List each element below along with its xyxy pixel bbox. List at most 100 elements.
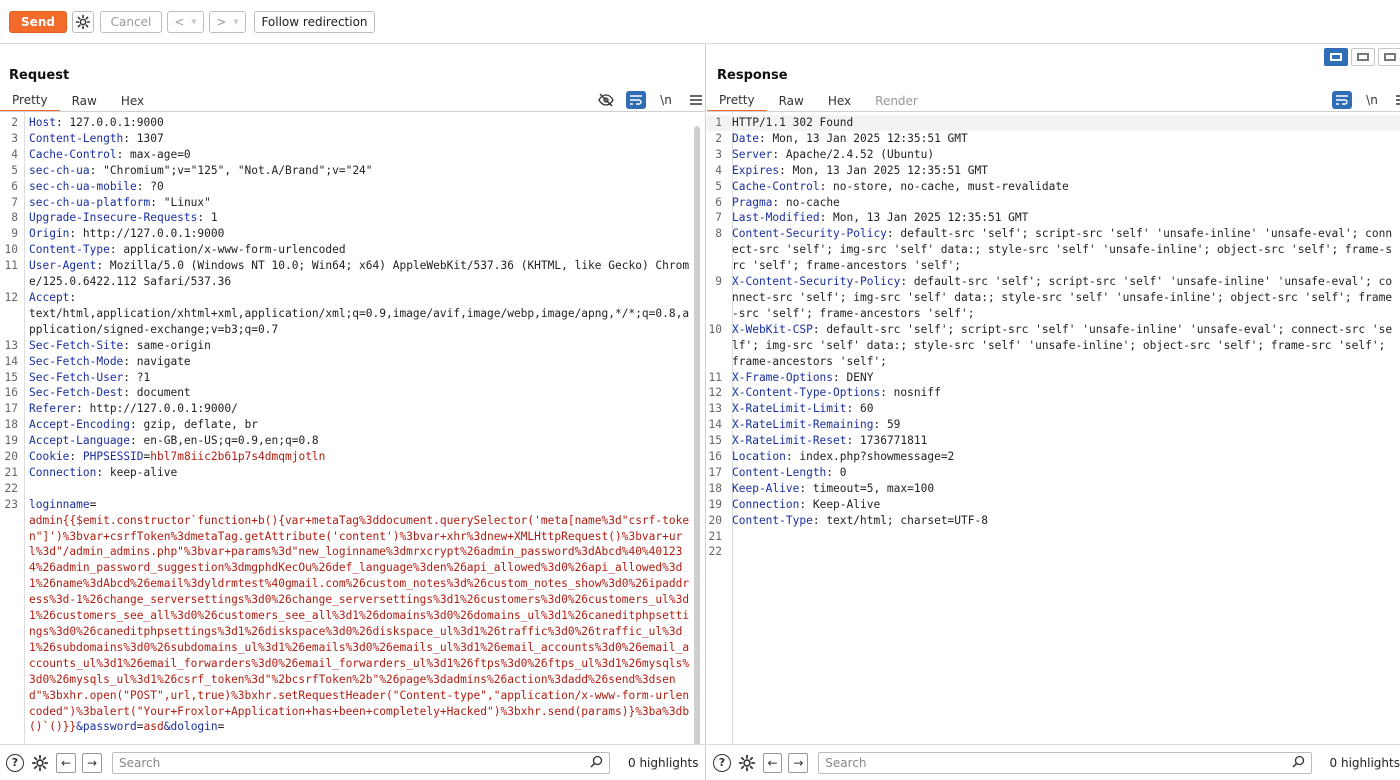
gear-icon[interactable] [30, 753, 50, 773]
code-line: 20 Content-Type: text/html; charset=UTF-8 [707, 513, 1400, 529]
status-text: HTTP/1.1 302 Found [732, 116, 854, 129]
header-value: default-src 'self'; script-src 'self' 'u… [732, 322, 1393, 368]
request-editor[interactable]: 2 Host: 127.0.0.1:9000 3 Content-Length: 13… [0, 112, 704, 744]
line-text: Accept-Encoding: gzip, deflate, br [26, 417, 694, 433]
layout-switcher [1324, 48, 1400, 66]
cookie-name: PHPSESSID [82, 450, 144, 464]
line-number: 10 [4, 243, 18, 257]
line-number: 12 [708, 386, 722, 400]
menu-icon[interactable] [1392, 91, 1400, 109]
header-name: sec-ch-ua [29, 163, 90, 177]
code-line: 22 [707, 544, 1400, 560]
header-separator: : [873, 418, 887, 432]
response-search-input[interactable]: Search [818, 751, 1312, 774]
status-line: 1 HTTP/1.1 302 Found [707, 115, 1400, 131]
layout-rows-icon[interactable] [1351, 48, 1375, 66]
request-search-input[interactable]: Search [112, 751, 610, 774]
line-text: Sec-Fetch-Mode: navigate [26, 354, 694, 370]
eye-off-icon[interactable] [596, 91, 616, 109]
header-separator: : [116, 147, 131, 161]
header-name: Content-Length [732, 465, 827, 479]
layout-tabs-icon[interactable] [1378, 48, 1400, 66]
line-text: Content-Type: text/html; charset=UTF-8 [729, 513, 1394, 529]
line-text: Keep-Alive: timeout=5, max=100 [729, 481, 1394, 497]
help-icon[interactable]: ? [6, 753, 24, 772]
chevron-down-icon[interactable]: ▾ [191, 15, 197, 28]
response-editor-tools: \n [1332, 90, 1400, 110]
param-separator: &dologin [163, 720, 218, 734]
header-separator: : [772, 147, 786, 161]
tab-pretty[interactable]: Pretty [707, 90, 767, 112]
request-scrollbar[interactable] [694, 126, 700, 744]
header-separator: : [123, 370, 137, 384]
newline-icon[interactable]: \n [1362, 91, 1382, 109]
code-line: 12 X-Content-Type-Options: nosniff [707, 385, 1400, 401]
gear-icon[interactable] [737, 753, 757, 773]
back-button[interactable]: < ▾ [167, 10, 204, 33]
header-name: Date [732, 131, 759, 145]
cancel-button[interactable]: Cancel [100, 10, 162, 33]
line-text [729, 529, 1394, 545]
header-name: Sec-Fetch-Site [29, 338, 124, 352]
help-icon[interactable]: ? [713, 753, 731, 772]
send-button[interactable]: Send [9, 10, 67, 33]
header-value: index.php?showmessage=2 [799, 450, 955, 464]
line-number: 19 [708, 497, 722, 511]
tab-hex[interactable]: Hex [109, 90, 156, 112]
layout-columns-icon[interactable] [1324, 48, 1348, 66]
header-name: Cache-Control [732, 179, 820, 193]
wrap-icon[interactable] [626, 91, 646, 109]
header-value: same-origin [136, 338, 211, 352]
arrow-left-icon[interactable]: ← [762, 752, 783, 773]
code-line: 2 Date: Mon, 13 Jan 2025 12:35:51 GMT [707, 131, 1400, 147]
header-value: en-GB,en-US;q=0.9,en;q=0.8 [143, 434, 319, 448]
header-name: Sec-Fetch-Mode [29, 354, 124, 368]
menu-icon[interactable] [686, 91, 706, 109]
code-line: 5 sec-ch-ua: "Chromium";v="125", "Not.A/B… [0, 163, 704, 179]
header-name: Accept-Language [29, 434, 131, 448]
tab-pretty[interactable]: Pretty [0, 90, 60, 112]
line-number: 14 [4, 354, 18, 368]
line-number: 20 [708, 513, 722, 527]
header-name: Connection [29, 465, 97, 479]
line-text: Content-Type: application/x-www-form-url… [26, 242, 694, 258]
header-name: X-RateLimit-Reset [732, 434, 847, 448]
header-value: nosniff [893, 386, 941, 400]
code-line: 9 X-Content-Security-Policy: default-src … [707, 274, 1400, 322]
line-text: Date: Mon, 13 Jan 2025 12:35:51 GMT [729, 131, 1394, 147]
forward-button[interactable]: > ▾ [209, 10, 246, 33]
arrow-right-icon[interactable]: → [82, 752, 102, 773]
tab-render[interactable]: Render [863, 90, 930, 112]
follow-redirection-button[interactable]: Follow redirection [254, 10, 375, 33]
tab-raw[interactable]: Raw [767, 90, 816, 112]
code-line: 4 Expires: Mon, 13 Jan 2025 12:35:51 GMT [707, 163, 1400, 179]
arrow-right-icon[interactable]: → [788, 752, 809, 773]
newline-icon[interactable]: \n [656, 91, 676, 109]
gear-icon[interactable] [72, 10, 94, 33]
header-name: Accept-Encoding [29, 418, 131, 432]
line-number: 2 [715, 131, 722, 145]
response-tabs: Pretty Raw Hex Render [707, 90, 930, 112]
line-text: X-Frame-Options: DENY [729, 370, 1394, 386]
header-separator: : [846, 434, 860, 448]
response-editor[interactable]: 1 HTTP/1.1 302 Found 2 Date: Mon, 13 Jan 20… [707, 112, 1400, 744]
request-body: loginname= admin{{$emit.constructor`func… [26, 497, 694, 736]
header-name: X-Frame-Options [732, 370, 834, 384]
code-line: 3 Content-Length: 1307 [0, 131, 704, 147]
arrow-left-icon[interactable]: ← [56, 752, 76, 773]
tab-hex[interactable]: Hex [816, 90, 863, 112]
tab-raw[interactable]: Raw [60, 90, 109, 112]
header-separator: : [136, 179, 151, 193]
code-line: 9 Origin: http://127.0.0.1:9000 [0, 226, 704, 242]
wrap-icon[interactable] [1332, 91, 1352, 109]
line-number: 6 [11, 179, 18, 193]
header-separator: : [785, 450, 800, 464]
line-number: 9 [715, 275, 722, 289]
line-text: Connection: keep-alive [26, 465, 694, 481]
header-value: "Linux" [163, 195, 211, 209]
code-line: 16 Sec-Fetch-Dest: document [0, 385, 704, 401]
header-separator: : [123, 354, 137, 368]
request-tabs: Pretty Raw Hex [0, 90, 156, 112]
chevron-down-icon[interactable]: ▾ [233, 15, 239, 28]
code-line: 7 sec-ch-ua-platform: "Linux" [0, 195, 704, 211]
